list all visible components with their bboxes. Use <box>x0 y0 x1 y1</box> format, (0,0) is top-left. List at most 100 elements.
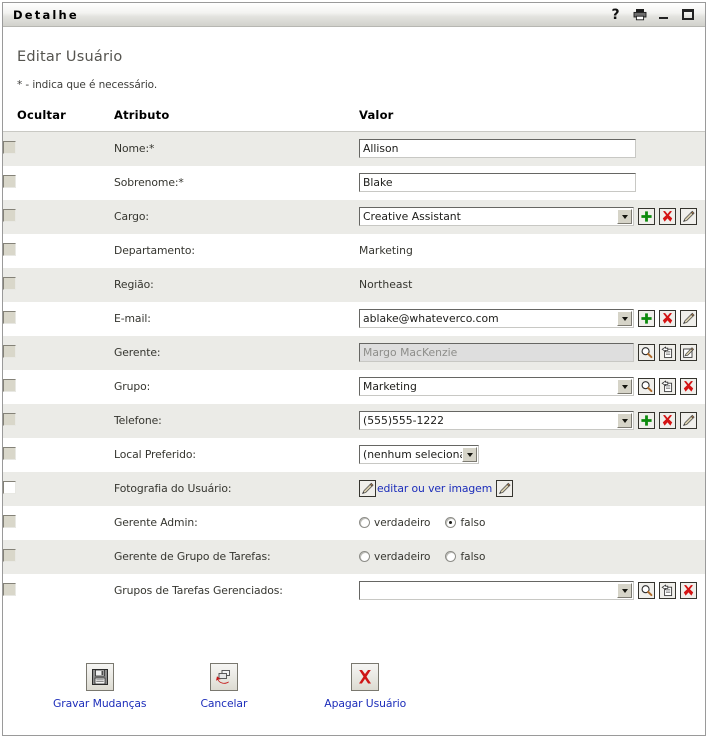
delete-x-button[interactable] <box>680 378 697 395</box>
hide-checkbox[interactable] <box>3 481 16 494</box>
history-icon <box>661 584 674 597</box>
select-dropdown[interactable]: (nenhum selecionado) <box>359 445 479 464</box>
delete-x-button[interactable] <box>659 412 676 429</box>
hide-checkbox[interactable] <box>3 379 16 392</box>
combo-box[interactable] <box>359 581 634 600</box>
plus-button[interactable] <box>638 412 655 429</box>
pencil-button[interactable] <box>680 412 697 429</box>
history-button[interactable] <box>659 378 676 395</box>
dropdown-arrow-button[interactable] <box>617 311 632 326</box>
delete-x-button[interactable] <box>659 208 676 225</box>
hide-checkbox[interactable] <box>3 141 16 154</box>
static-value: Northeast <box>359 278 412 291</box>
pencil-button[interactable] <box>680 208 697 225</box>
value-control-group: Allison <box>359 139 705 158</box>
save-changes-button[interactable]: Gravar Mudanças <box>53 663 146 710</box>
radio-label-falso: falso <box>460 551 485 563</box>
delete-x-button[interactable] <box>680 582 697 599</box>
search-button[interactable] <box>638 344 655 361</box>
attribute-label: Cargo: <box>114 200 359 234</box>
radio-verdadeiro[interactable] <box>359 517 370 528</box>
pencil-icon <box>361 482 374 495</box>
value-control-group: Creative Assistant <box>359 207 705 226</box>
radio-verdadeiro[interactable] <box>359 551 370 562</box>
pencil-button[interactable] <box>680 310 697 327</box>
pencil-button[interactable] <box>359 480 376 497</box>
radio-falso[interactable] <box>445 551 456 562</box>
column-header-hide: Ocultar <box>3 108 114 132</box>
attributes-table: Ocultar Atributo Valor Nome:*AllisonSobr… <box>3 108 705 608</box>
window-titlebar: Detalhe ? <box>3 3 705 27</box>
help-icon: ? <box>611 8 619 22</box>
value-control-group: verdadeirofalso <box>359 551 705 563</box>
help-button[interactable]: ? <box>608 7 623 22</box>
text-input[interactable]: Blake <box>359 173 636 192</box>
combo-box[interactable]: Creative Assistant <box>359 207 634 226</box>
chevron-down-icon <box>622 215 628 219</box>
attribute-label: Sobrenome:* <box>114 166 359 200</box>
history-button[interactable] <box>659 344 676 361</box>
edit-page-icon <box>682 346 695 359</box>
value-control-group: Blake <box>359 173 705 192</box>
minimize-button[interactable] <box>656 7 671 22</box>
edit-or-view-image-link[interactable]: editar ou ver imagem <box>377 482 492 495</box>
hide-cell <box>3 166 114 200</box>
value-cell: verdadeirofalso <box>359 506 705 540</box>
hide-checkbox[interactable] <box>3 515 16 528</box>
hide-checkbox[interactable] <box>3 447 16 460</box>
print-button[interactable] <box>632 7 647 22</box>
value-control-group: Margo MacKenzie <box>359 343 705 362</box>
hide-checkbox[interactable] <box>3 243 16 256</box>
value-cell: (555)555-1222 <box>359 404 705 438</box>
plus-button[interactable] <box>638 310 655 327</box>
hide-checkbox[interactable] <box>3 583 16 596</box>
hide-checkbox[interactable] <box>3 277 16 290</box>
hide-checkbox[interactable] <box>3 311 16 324</box>
radio-falso[interactable] <box>445 517 456 528</box>
table-row: Grupos de Tarefas Gerenciados: <box>3 574 705 608</box>
value-control-group: Northeast <box>359 278 705 291</box>
hide-checkbox[interactable] <box>3 175 16 188</box>
save-disk-icon-box <box>86 663 114 691</box>
table-row: Grupo:Marketing <box>3 370 705 404</box>
dropdown-arrow-button[interactable] <box>617 379 632 394</box>
select-value: (nenhum selecionado) <box>360 446 462 463</box>
value-cell: Blake <box>359 166 705 200</box>
hide-checkbox[interactable] <box>3 413 16 426</box>
delete-x-icon <box>356 668 374 686</box>
hide-checkbox[interactable] <box>3 549 16 562</box>
hide-checkbox[interactable] <box>3 209 16 222</box>
maximize-button[interactable] <box>680 7 695 22</box>
undo-icon-box <box>210 663 238 691</box>
delete-x-button[interactable] <box>659 310 676 327</box>
hide-cell <box>3 234 114 268</box>
cancel-button[interactable]: Cancelar <box>200 663 247 710</box>
edit-page-button[interactable] <box>680 344 697 361</box>
dropdown-arrow-button[interactable] <box>462 447 477 462</box>
hide-checkbox[interactable] <box>3 345 16 358</box>
plus-button[interactable] <box>638 208 655 225</box>
attribute-label: Telefone: <box>114 404 359 438</box>
search-button[interactable] <box>638 582 655 599</box>
delete-user-button[interactable]: Apagar Usuário <box>324 663 406 710</box>
combo-box[interactable]: (555)555-1222 <box>359 411 634 430</box>
search-button[interactable] <box>638 378 655 395</box>
dropdown-arrow-button[interactable] <box>617 209 632 224</box>
combo-value: Marketing <box>360 378 617 395</box>
combo-box[interactable]: Marketing <box>359 377 634 396</box>
pencil-button[interactable] <box>496 480 513 497</box>
radio-group: verdadeirofalso <box>359 551 496 563</box>
chevron-down-icon <box>622 385 628 389</box>
combo-box[interactable]: ablake@whateverco.com <box>359 309 634 328</box>
dropdown-arrow-button[interactable] <box>617 413 632 428</box>
dropdown-arrow-button[interactable] <box>617 583 632 598</box>
attribute-label: Gerente Admin: <box>114 506 359 540</box>
pencil-icon <box>498 482 511 495</box>
text-input[interactable]: Allison <box>359 139 636 158</box>
value-cell: editar ou ver imagem <box>359 472 705 506</box>
delete-icon-box <box>351 663 379 691</box>
history-button[interactable] <box>659 582 676 599</box>
table-header: Ocultar Atributo Valor <box>3 108 705 132</box>
value-cell: (nenhum selecionado) <box>359 438 705 472</box>
value-control-group: (nenhum selecionado) <box>359 445 705 464</box>
